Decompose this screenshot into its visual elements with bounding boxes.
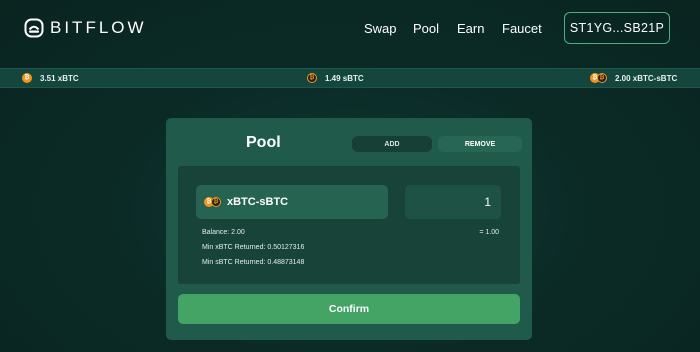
nav-swap[interactable]: Swap xyxy=(364,21,397,36)
pair-selector[interactable]: ₿ ₿ xBTC-sBTC xyxy=(196,185,388,219)
confirm-button[interactable]: Confirm xyxy=(178,294,520,324)
ticker-amount: 2.00 xBTC-sBTC xyxy=(615,73,678,83)
balance-ticker: ₿ 3.51 xBTC ₿ 1.49 sBTC ₿ ₿ 2.00 xBTC-sBT… xyxy=(0,68,700,88)
ticker-amount: 3.51 xBTC xyxy=(40,73,79,83)
ticker-item-sbtc: ₿ 1.49 sBTC xyxy=(307,69,364,87)
nav-faucet[interactable]: Faucet xyxy=(502,21,542,36)
ticker-item-xbtc: ₿ 3.51 xBTC xyxy=(22,69,79,87)
nav-earn[interactable]: Earn xyxy=(457,21,484,36)
min-xbtc-returned: Min xBTC Returned: 0.50127316 xyxy=(202,244,305,251)
ticker-item-xbtc-sbtc: ₿ ₿ 2.00 xBTC-sBTC xyxy=(590,69,677,87)
logo-wordmark: BITFLOW xyxy=(50,18,147,37)
nav-pool[interactable]: Pool xyxy=(413,21,439,36)
bitflow-logo[interactable]: BITFLOW xyxy=(24,17,147,39)
xbtc-coin-icon: ₿ xyxy=(22,73,32,83)
wallet-address-button[interactable]: ST1YG...SB21P xyxy=(564,12,670,44)
pool-form-panel: ₿ ₿ xBTC-sBTC 1 Balance: 2.00 = 1.00 Min … xyxy=(178,166,520,284)
balance-text: Balance: 2.00 xyxy=(202,229,245,236)
pool-title: Pool xyxy=(246,134,281,151)
pool-card: Pool ADD REMOVE ₿ ₿ xBTC-sBTC 1 Balance: … xyxy=(166,118,532,340)
tab-add[interactable]: ADD xyxy=(352,136,432,152)
bitflow-logo-icon xyxy=(24,18,44,38)
sbtc-coin-icon: ₿ xyxy=(307,73,317,83)
pair-label: xBTC-sBTC xyxy=(227,196,289,208)
min-sbtc-returned: Min sBTC Returned: 0.48873148 xyxy=(202,259,305,266)
xbtc-sbtc-pair-icon: ₿ ₿ xyxy=(204,197,221,207)
top-bar: BITFLOW Swap Pool Earn Faucet ST1YG...SB… xyxy=(0,0,700,58)
amount-input[interactable]: 1 xyxy=(405,185,501,219)
tab-remove[interactable]: REMOVE xyxy=(438,136,522,152)
add-remove-toggle: ADD REMOVE xyxy=(352,136,522,152)
ratio-text: = 1.00 xyxy=(479,229,499,236)
xbtc-sbtc-pair-icon: ₿ ₿ xyxy=(590,73,607,83)
ticker-amount: 1.49 sBTC xyxy=(325,73,364,83)
